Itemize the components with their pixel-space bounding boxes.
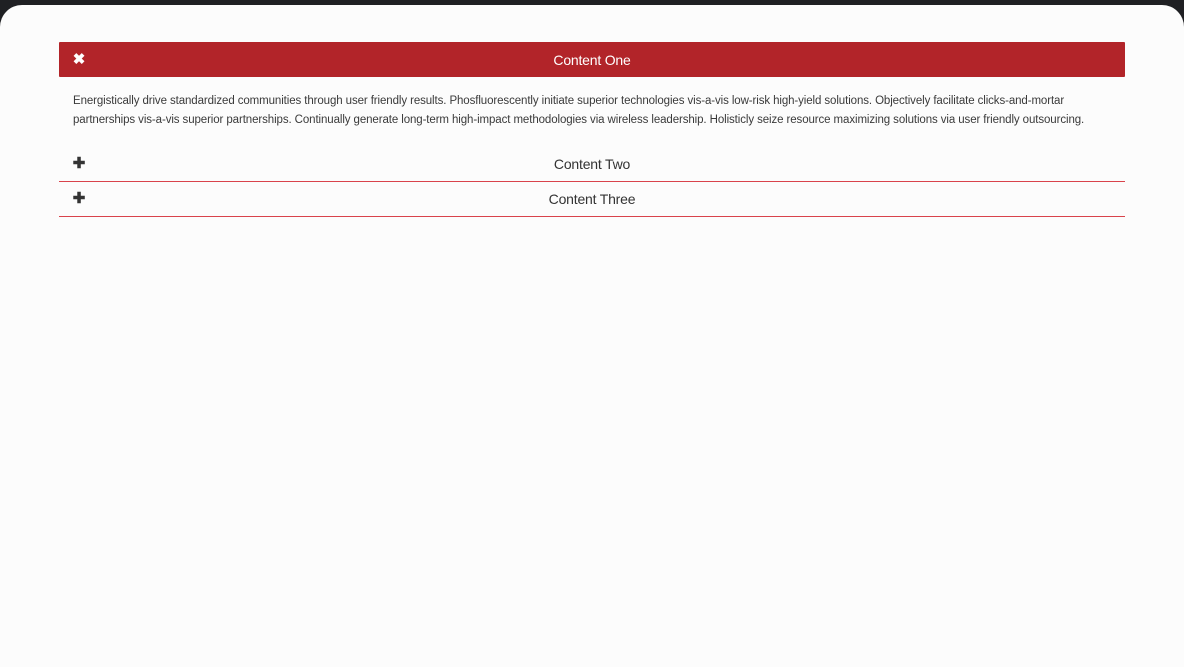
accordion-item-content-two: ✚ Content Two xyxy=(59,147,1125,182)
accordion-header-content-two[interactable]: ✚ Content Two xyxy=(59,147,1125,182)
plus-icon[interactable]: ✚ xyxy=(72,191,86,206)
page-background: ✖ Content One Energistically drive stand… xyxy=(0,5,1184,667)
accordion-title: Content Three xyxy=(548,191,636,207)
accordion-title: Content One xyxy=(553,51,631,68)
accordion-panel-content-one: Energistically drive standardized commun… xyxy=(73,95,1085,126)
accordion-header-content-one[interactable]: ✖ Content One xyxy=(59,42,1125,77)
accordion-item-content-three: ✚ Content Three xyxy=(59,182,1125,217)
plus-icon[interactable]: ✚ xyxy=(72,156,86,171)
accordion: ✖ Content One Energistically drive stand… xyxy=(59,42,1125,217)
accordion-header-content-three[interactable]: ✚ Content Three xyxy=(59,182,1125,217)
close-icon[interactable]: ✖ xyxy=(72,52,86,67)
accordion-title: Content Two xyxy=(553,156,631,172)
accordion-item-content-one: ✖ Content One Energistically drive stand… xyxy=(59,42,1125,147)
